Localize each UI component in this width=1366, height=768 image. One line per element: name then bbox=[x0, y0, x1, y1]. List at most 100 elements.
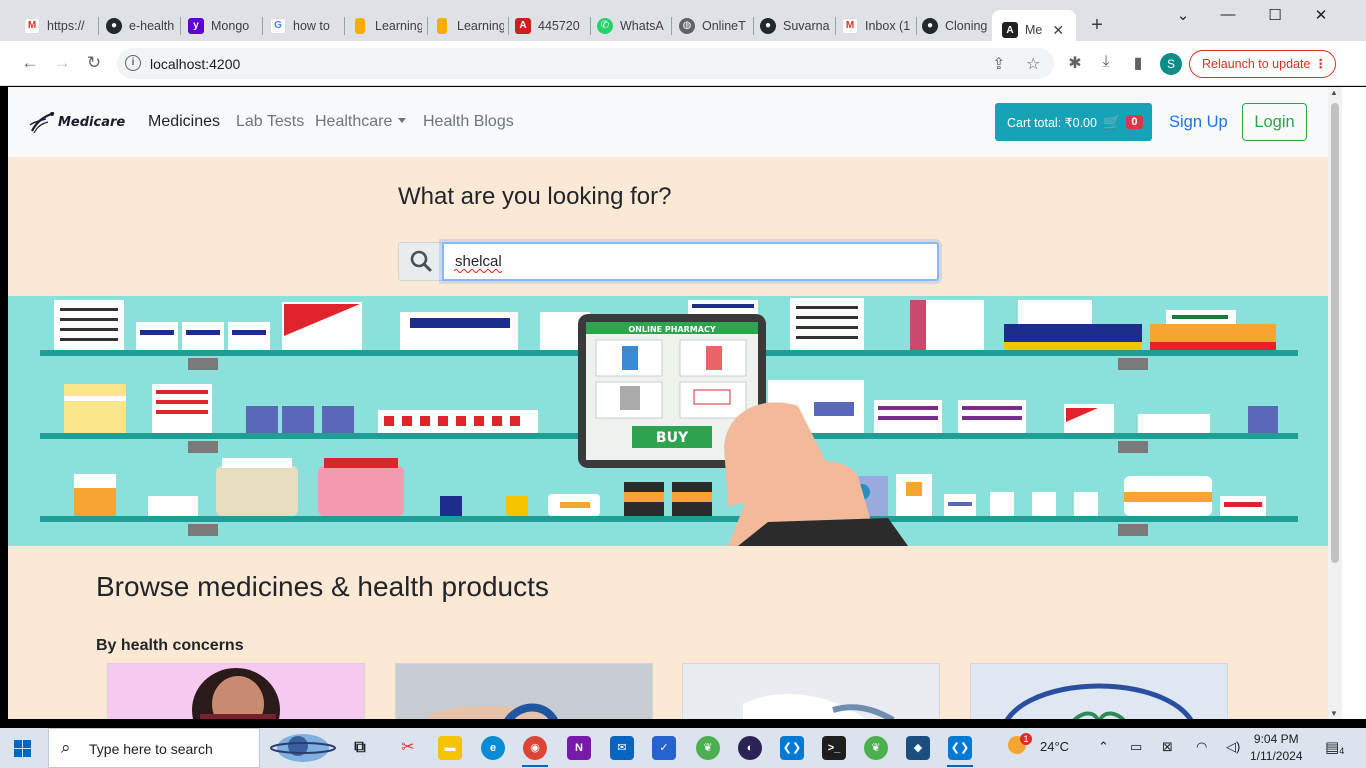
health-concern-card[interactable] bbox=[682, 663, 940, 719]
signup-link[interactable]: Sign Up bbox=[1169, 113, 1228, 132]
volume-icon[interactable]: ◁) bbox=[1226, 739, 1240, 755]
vscode-icon[interactable]: ❮❯ bbox=[780, 736, 804, 760]
search-icon: ⌕ bbox=[61, 738, 71, 757]
back-button[interactable]: ← bbox=[19, 53, 41, 73]
woman-headache-image bbox=[192, 668, 280, 719]
browser-tab[interactable]: Learning bbox=[352, 10, 422, 41]
browser-tab[interactable]: ● Suvarna bbox=[760, 10, 830, 41]
spring-tool-icon[interactable]: ❦ bbox=[696, 736, 720, 760]
url-text: localhost:4200 bbox=[150, 56, 241, 72]
cart-count-badge: 0 bbox=[1126, 115, 1143, 129]
analytics-icon bbox=[437, 17, 447, 34]
forward-button[interactable]: → bbox=[51, 53, 73, 73]
weather-badge: 1 bbox=[1020, 733, 1032, 745]
browser-tab[interactable]: ✆ WhatsA bbox=[597, 10, 667, 41]
spring-tool-icon[interactable]: ❦ bbox=[864, 736, 888, 760]
new-tab-button[interactable]: + bbox=[1086, 14, 1108, 37]
analytics-icon bbox=[355, 17, 365, 34]
angular-icon: A bbox=[1002, 22, 1018, 38]
health-concern-card[interactable] bbox=[107, 663, 365, 719]
nav-lab-tests[interactable]: Lab Tests bbox=[236, 113, 304, 131]
side-panel-icon[interactable]: ▮ bbox=[1128, 53, 1148, 73]
browser-tab[interactable]: y Mongo bbox=[188, 10, 258, 41]
meet-icon[interactable]: ▭ bbox=[1130, 739, 1142, 755]
scroll-down-arrow-icon[interactable]: ▼ bbox=[1330, 709, 1338, 718]
minimize-button[interactable]: — bbox=[1218, 6, 1238, 23]
tab-search-chevron-icon[interactable]: ⌄ bbox=[1173, 6, 1193, 24]
browser-tab[interactable]: ● e-health bbox=[106, 10, 176, 41]
browse-heading: Browse medicines & health products bbox=[96, 571, 549, 602]
nav-health-blogs[interactable]: Health Blogs bbox=[423, 113, 514, 131]
address-bar[interactable]: i localhost:4200 ⇪ ☆ bbox=[117, 48, 1054, 79]
eclipse-icon[interactable]: ◐ bbox=[738, 736, 762, 760]
scroll-up-arrow-icon[interactable]: ▲ bbox=[1330, 88, 1338, 97]
health-concern-card[interactable] bbox=[395, 663, 653, 719]
blood-pressure-image bbox=[396, 664, 652, 719]
page-scrollbar[interactable]: ▲ ▼ bbox=[1328, 87, 1342, 719]
file-explorer-icon[interactable]: ▬ bbox=[438, 736, 462, 760]
browser-tab[interactable]: M Inbox (1 bbox=[842, 10, 912, 41]
github-icon: ● bbox=[922, 17, 938, 34]
browser-tab[interactable]: ● Cloning bbox=[922, 10, 990, 41]
site-info-icon[interactable]: i bbox=[125, 55, 141, 71]
site-navbar: Medicare Medicines Lab Tests Healthcare … bbox=[8, 87, 1328, 157]
weather-icon[interactable]: 1 bbox=[1008, 733, 1032, 757]
caret-down-icon bbox=[398, 118, 407, 123]
taskbar-search-box[interactable]: ⌕ Type here to search bbox=[48, 728, 260, 768]
mail-icon[interactable]: ✉ bbox=[610, 736, 634, 760]
notification-icon[interactable]: ▤4 bbox=[1325, 738, 1344, 756]
reload-button[interactable]: ↻ bbox=[83, 53, 105, 73]
gmail-icon: M bbox=[842, 17, 858, 34]
terminal-icon[interactable]: >_ bbox=[822, 736, 846, 760]
onenote-icon[interactable]: N bbox=[567, 736, 591, 760]
brand-name: Medicare bbox=[58, 114, 126, 130]
close-tab-icon[interactable]: ✕ bbox=[1052, 22, 1064, 39]
maximize-button[interactable]: ☐ bbox=[1265, 6, 1285, 24]
search-icon-addon bbox=[398, 242, 443, 281]
task-view-icon[interactable]: ⧉ bbox=[348, 736, 372, 760]
google-icon: G bbox=[270, 17, 286, 34]
browser-tab[interactable]: M https:// bbox=[24, 10, 94, 41]
scrollbar-thumb[interactable] bbox=[1331, 103, 1339, 563]
nav-medicines[interactable]: Medicines bbox=[148, 113, 220, 131]
taskbar-clock[interactable]: 9:04 PM 1/11/2024 bbox=[1250, 731, 1303, 765]
browser-tab[interactable]: ◍ OnlineT bbox=[679, 10, 749, 41]
weather-temp[interactable]: 24°C bbox=[1040, 739, 1069, 754]
nav-healthcare-dropdown[interactable]: Healthcare bbox=[315, 113, 407, 131]
snipping-tool-icon[interactable]: ✂ bbox=[396, 736, 420, 760]
health-concern-card[interactable] bbox=[970, 663, 1228, 719]
banner-header-text: ONLINE PHARMACY bbox=[628, 325, 715, 334]
pharmacy-shelves-illustration: ONLINE PHARMACY BUY bbox=[40, 298, 1298, 546]
menu-dots-icon: ⋮ bbox=[1314, 57, 1328, 71]
chevron-up-icon[interactable]: ⌃ bbox=[1098, 739, 1109, 755]
browser-tab[interactable]: G how to bbox=[270, 10, 340, 41]
banner-buy-text: BUY bbox=[656, 430, 689, 446]
caduceus-logo-icon bbox=[29, 111, 55, 134]
browser-toolbar: ← → ↻ i localhost:4200 ⇪ ☆ ✱ ⤓ ▮ S Relau… bbox=[0, 41, 1366, 86]
relaunch-to-update-button[interactable]: Relaunch to update ⋮ bbox=[1189, 50, 1336, 78]
gmail-icon: M bbox=[24, 17, 40, 34]
browser-tab[interactable]: Learning bbox=[434, 10, 504, 41]
share-icon[interactable]: ⇪ bbox=[992, 54, 1005, 74]
brand-logo[interactable]: Medicare bbox=[26, 109, 125, 135]
whatsapp-icon: ✆ bbox=[597, 17, 613, 34]
profile-avatar[interactable]: S bbox=[1160, 53, 1182, 75]
windows-start-icon[interactable] bbox=[14, 740, 31, 757]
todo-icon[interactable]: ✓ bbox=[652, 736, 676, 760]
security-icon[interactable]: ⊠ bbox=[1162, 739, 1173, 755]
github-icon: ● bbox=[106, 17, 122, 34]
wifi-icon[interactable]: ◠ bbox=[1196, 739, 1207, 755]
close-window-button[interactable]: ✕ bbox=[1311, 6, 1331, 24]
download-icon[interactable]: ⤓ bbox=[1096, 53, 1116, 71]
edge-icon[interactable]: e bbox=[481, 736, 505, 760]
login-button[interactable]: Login bbox=[1242, 103, 1307, 141]
bookmark-star-icon[interactable]: ☆ bbox=[1026, 54, 1040, 74]
extensions-icon[interactable]: ✱ bbox=[1065, 53, 1085, 73]
health-concerns-heading: By health concerns bbox=[96, 637, 244, 654]
cart-button[interactable]: Cart total: ₹0.00 🛒 0 bbox=[995, 103, 1152, 141]
browser-tab[interactable]: A 445720 bbox=[515, 10, 585, 41]
chrome-icon[interactable]: ◉ bbox=[523, 736, 547, 760]
vscode-icon[interactable]: ❮❯ bbox=[948, 736, 972, 760]
sql-developer-icon[interactable]: ◆ bbox=[906, 736, 930, 760]
search-input[interactable] bbox=[442, 242, 939, 281]
